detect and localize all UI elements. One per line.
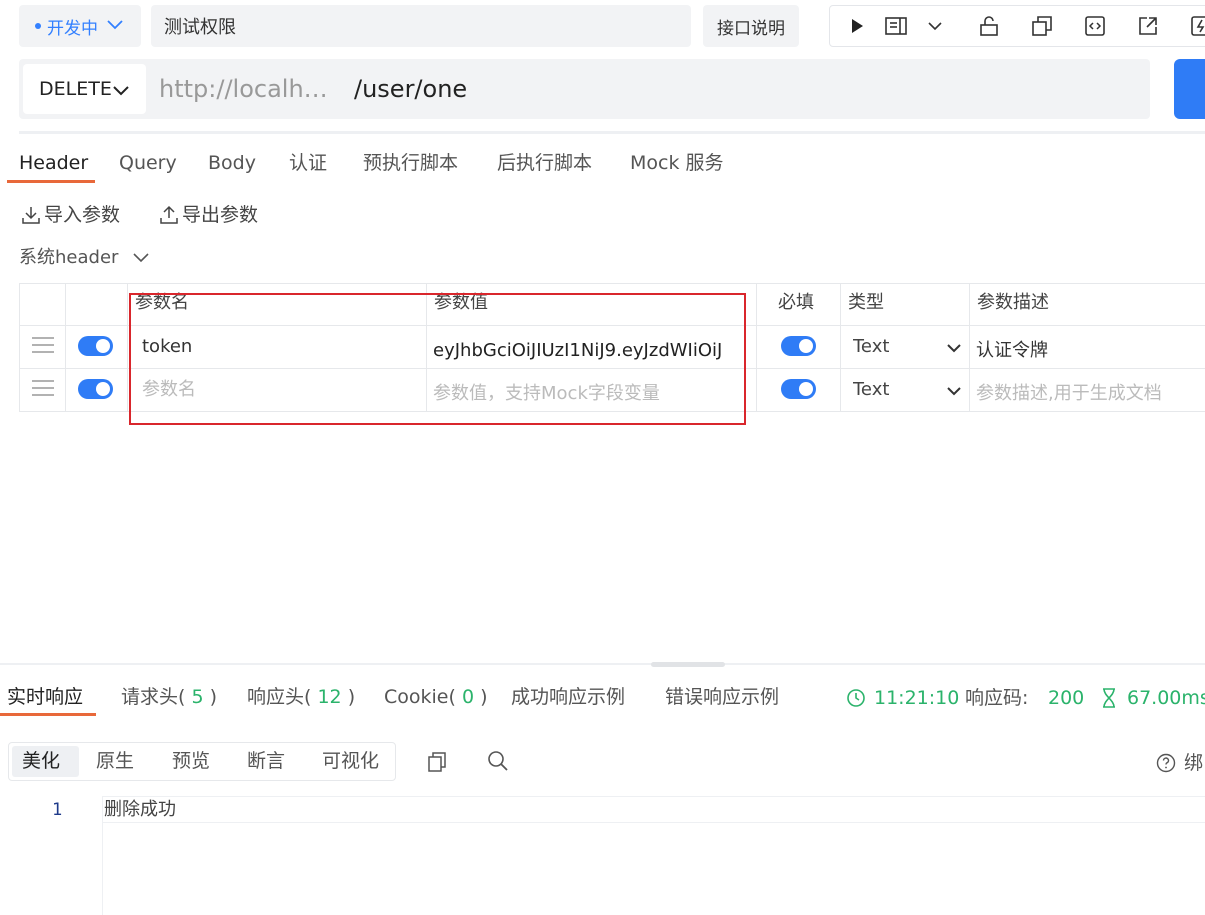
- clock-icon: [847, 689, 865, 707]
- col-header-required: 必填: [778, 292, 814, 313]
- drag-handle-icon[interactable]: [32, 379, 54, 397]
- drag-handle-icon[interactable]: [32, 336, 54, 354]
- panel-splitter[interactable]: [0, 663, 1205, 665]
- url-bar: DELETE http://localh… /user/one: [19, 59, 1150, 119]
- tab-header[interactable]: Header: [19, 150, 88, 176]
- line-number: 1: [52, 800, 63, 820]
- response-time-value: 11:21:10: [874, 687, 960, 709]
- copy-icon[interactable]: [427, 751, 447, 773]
- request-headers-count: 5: [191, 686, 204, 708]
- tab-request-headers-label: 请求头(: [121, 686, 186, 708]
- search-icon[interactable]: [487, 750, 509, 772]
- flash-icon[interactable]: [1175, 5, 1205, 47]
- bind-label: 绑: [1184, 752, 1204, 774]
- active-tab-indicator: [0, 713, 96, 716]
- status-dot: [35, 23, 41, 29]
- response-code-label: 响应码:: [965, 687, 1029, 709]
- editor-gutter-border: [102, 796, 103, 915]
- api-doc-button[interactable]: 接口说明: [703, 5, 799, 47]
- status-label: 开发中: [47, 18, 98, 39]
- bind-button[interactable]: 绑: [1156, 750, 1203, 776]
- view-mode-visualize[interactable]: 可视化: [322, 743, 379, 780]
- response-duration-value: 67.00ms: [1127, 687, 1205, 709]
- tab-request-headers[interactable]: 请求头( 5 ): [121, 684, 217, 710]
- cookie-count: 0: [461, 686, 475, 708]
- url-host-prefix[interactable]: http://localh…: [159, 71, 328, 107]
- response-headers-count: 12: [317, 686, 342, 708]
- view-mode-preview[interactable]: 预览: [172, 743, 210, 780]
- import-params-button[interactable]: 导入参数: [21, 202, 120, 228]
- tab-pre-script[interactable]: 预执行脚本: [363, 150, 458, 176]
- share-icon[interactable]: [1122, 5, 1175, 47]
- tab-success-example[interactable]: 成功响应示例: [511, 684, 625, 710]
- import-params-label: 导入参数: [44, 204, 121, 226]
- tab-response-headers-label: 响应头(: [247, 686, 312, 708]
- hourglass-icon: [1103, 688, 1115, 708]
- chevron-down-icon: [106, 16, 124, 36]
- system-header-label: 系统header: [19, 247, 119, 268]
- tab-auth[interactable]: 认证: [289, 150, 327, 176]
- chevron-down-icon: [947, 344, 961, 353]
- row-enable-toggle[interactable]: [78, 379, 113, 399]
- tab-close-paren: ): [209, 686, 218, 708]
- tab-query[interactable]: Query: [119, 150, 177, 176]
- editor-line-highlight: [102, 822, 1205, 823]
- response-body-text[interactable]: 删除成功: [104, 798, 176, 822]
- param-desc-input[interactable]: 认证令牌: [976, 338, 1048, 364]
- tab-mock[interactable]: Mock 服务: [630, 150, 724, 176]
- doc-view-icon[interactable]: [883, 5, 909, 47]
- tab-error-example[interactable]: 错误响应示例: [665, 684, 779, 710]
- action-toolbar: [829, 5, 1205, 47]
- view-mode-segmented: 美化 原生 预览 断言 可视化: [8, 742, 396, 781]
- highlight-annotation-box: [129, 293, 746, 425]
- export-params-button[interactable]: 导出参数: [159, 202, 258, 228]
- upload-icon: [160, 205, 178, 224]
- chevron-down-icon: [112, 80, 130, 102]
- view-mode-raw[interactable]: 原生: [96, 743, 134, 780]
- required-toggle[interactable]: [781, 336, 816, 356]
- chevron-down-icon: [947, 387, 961, 396]
- tab-realtime-response[interactable]: 实时响应: [7, 684, 83, 710]
- chevron-down-icon: [133, 253, 149, 263]
- response-time: 11:21:10: [846, 685, 959, 711]
- system-header-toggle[interactable]: 系统header: [19, 245, 150, 271]
- row-enable-toggle[interactable]: [78, 336, 113, 356]
- editor-top-border: [102, 796, 1205, 797]
- status-dropdown[interactable]: 开发中: [19, 5, 141, 47]
- tab-response-headers[interactable]: 响应头( 12 ): [247, 684, 355, 710]
- divider: [19, 131, 1205, 134]
- type-select[interactable]: Text: [853, 334, 889, 360]
- type-select[interactable]: Text: [853, 377, 889, 403]
- splitter-grip[interactable]: [651, 662, 725, 667]
- active-tab-indicator: [7, 180, 95, 183]
- new-param-desc-input[interactable]: 参数描述,用于生成文档: [976, 381, 1162, 407]
- tab-cookie[interactable]: Cookie( 0 ): [384, 684, 488, 710]
- send-button[interactable]: [1174, 59, 1205, 119]
- play-icon[interactable]: [830, 5, 883, 47]
- tab-cookie-label: Cookie(: [384, 686, 456, 708]
- code-icon[interactable]: [1068, 5, 1121, 47]
- view-mode-assert[interactable]: 断言: [247, 743, 285, 780]
- unlock-icon[interactable]: [962, 5, 1015, 47]
- copy-icon[interactable]: [1015, 5, 1068, 47]
- response-duration: 67.00ms: [1101, 685, 1205, 711]
- required-toggle[interactable]: [781, 379, 816, 399]
- api-name-input[interactable]: 测试权限: [151, 5, 691, 47]
- view-mode-beautify[interactable]: 美化: [22, 743, 60, 780]
- export-params-label: 导出参数: [182, 204, 259, 226]
- url-path-input[interactable]: /user/one: [354, 71, 467, 107]
- method-select[interactable]: DELETE: [23, 64, 146, 114]
- col-header-type: 类型: [848, 292, 884, 313]
- help-icon: [1156, 753, 1176, 773]
- tab-body[interactable]: Body: [208, 150, 256, 176]
- col-header-desc: 参数描述: [977, 292, 1049, 313]
- tab-close-paren: ): [480, 686, 488, 708]
- method-label: DELETE: [39, 78, 112, 100]
- tab-post-script[interactable]: 后执行脚本: [497, 150, 592, 176]
- response-code-value: 200: [1048, 687, 1085, 709]
- tab-close-paren: ): [347, 686, 356, 708]
- download-icon: [22, 207, 40, 224]
- chevron-down-icon[interactable]: [909, 5, 962, 47]
